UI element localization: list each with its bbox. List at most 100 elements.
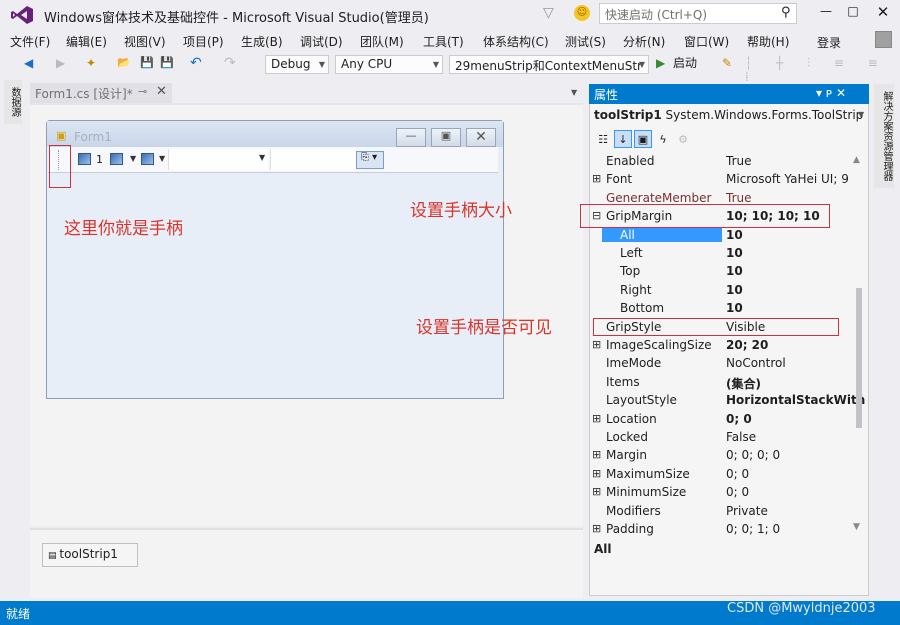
property-row-items[interactable]: Items (集合) [590,374,854,392]
property-value[interactable]: 20; 20 [726,338,768,352]
undo-icon[interactable]: ↶ [190,56,202,70]
solution-explorer-tab[interactable]: 解决方案资源管理器 [874,84,894,188]
navigate-forward-icon[interactable]: ▶ [56,56,65,70]
property-value[interactable]: 10 [726,264,743,278]
notification-filter-icon[interactable]: ▽ [543,5,554,21]
property-value[interactable]: 0; 0; 1; 0 [726,522,780,536]
property-value[interactable]: 0; 0 [726,467,749,481]
sign-in-link[interactable]: 登录 [817,34,841,51]
object-selector[interactable]: toolStrip1 System.Windows.Forms.ToolStri… [594,108,863,122]
tray-item-toolstrip1[interactable]: ▤ toolStrip1 [42,543,138,567]
menu-project[interactable]: 项目(P) [183,33,224,50]
property-row-modifiers[interactable]: Modifiers Private [590,503,854,521]
toolstrip-label[interactable]: 1 [96,153,103,166]
new-project-icon[interactable]: ✦ [86,56,96,70]
expand-toggle-icon[interactable]: ⊞ [592,172,601,185]
scrollbar-thumb[interactable] [856,288,862,428]
start-debugging-button[interactable]: 启动 [673,56,697,70]
expand-toggle-icon[interactable]: ⊞ [592,522,601,535]
open-file-icon[interactable]: 📂 [117,56,131,70]
maximize-button[interactable]: □ [842,4,864,22]
toolstrip-button-image-icon[interactable] [78,153,91,165]
menu-file[interactable]: 文件(F) [10,33,50,50]
toolstrip-add-item-button[interactable]: ⎘ ▾ [356,151,384,169]
property-row-font[interactable]: ⊞ Font Microsoft YaHei UI; 9 [590,171,854,189]
property-row-bottom[interactable]: Bottom 10 [590,300,854,318]
property-row-right[interactable]: Right 10 [590,282,854,300]
save-all-icon[interactable]: 💾 [160,56,174,70]
property-value[interactable]: 10 [726,228,743,242]
expand-toggle-icon[interactable]: ⊞ [592,448,601,461]
property-value[interactable]: Microsoft YaHei UI; 9 [726,172,849,186]
property-value[interactable]: HorizontalStackWith [726,393,865,407]
toolstrip-combobox[interactable]: ▼ [168,149,268,170]
solution-configuration-dropdown[interactable]: Debug ▼ [265,55,329,74]
property-value[interactable]: True [726,191,752,205]
property-value[interactable]: 10 [726,283,743,297]
solution-platform-dropdown[interactable]: Any CPU ▼ [335,55,443,74]
property-value[interactable]: NoControl [726,356,786,370]
expand-toggle-icon[interactable]: ⊞ [592,412,601,425]
search-icon[interactable]: ⚲ [781,5,791,20]
scroll-down-icon[interactable]: ▼ [853,522,860,532]
property-value[interactable]: True [726,154,752,168]
menu-edit[interactable]: 编辑(E) [66,33,107,50]
expand-toggle-icon[interactable]: ⊞ [592,485,601,498]
property-row-imagescalingsize[interactable]: ⊞ ImageScalingSize 20; 20 [590,337,854,355]
menu-tools[interactable]: 工具(T) [423,33,464,50]
expand-toggle-icon[interactable]: ⊞ [592,338,601,351]
save-icon[interactable]: 💾 [140,56,154,70]
property-row-left[interactable]: Left 10 [590,245,854,263]
property-pages-wrench-icon[interactable]: ⚙ [674,131,692,149]
user-avatar-icon[interactable] [875,31,892,48]
feedback-smiley-icon[interactable]: ☺ [574,5,590,21]
property-row-minimumsize[interactable]: ⊞ MinimumSize 0; 0 [590,484,854,502]
property-value[interactable]: False [726,430,756,444]
chevron-down-icon[interactable]: ▼ [858,110,864,119]
property-row-layoutstyle[interactable]: LayoutStyle HorizontalStackWith [590,392,865,410]
close-tab-icon[interactable]: ✕ [156,84,167,99]
menu-test[interactable]: 测试(S) [565,33,606,50]
categorized-icon[interactable]: ☷ [594,131,612,149]
property-row-top[interactable]: Top 10 [590,263,854,281]
document-list-dropdown-icon[interactable]: ▼ [571,88,577,97]
property-row-locked[interactable]: Locked False [590,429,854,447]
property-row-maximumsize[interactable]: ⊞ MaximumSize 0; 0 [590,466,854,484]
property-value[interactable]: (集合) [726,375,761,392]
menu-window[interactable]: 窗口(W) [684,33,729,50]
property-value[interactable]: 0; 0 [726,485,749,499]
redo-icon[interactable]: ↷ [224,56,236,70]
property-value[interactable]: 10 [726,301,743,315]
start-play-icon[interactable]: ▶ [656,56,665,70]
tab-form1-designer[interactable]: Form1.cs [设计]* [30,83,172,103]
property-row-location[interactable]: ⊞ Location 0; 0 [590,411,854,429]
menu-team[interactable]: 团队(M) [360,33,404,50]
menu-help[interactable]: 帮助(H) [747,33,789,50]
menu-architecture[interactable]: 体系结构(C) [483,33,549,50]
property-row-padding[interactable]: ⊞ Padding 0; 0; 1; 0 [590,521,854,539]
property-row-margin[interactable]: ⊞ Margin 0; 0; 0; 0 [590,447,854,465]
properties-panel-window-controls[interactable]: ▾ ᴘ ✕ [816,86,846,100]
events-lightning-icon[interactable]: ϟ [654,131,672,149]
close-button[interactable]: ✕ [872,3,894,21]
properties-icon[interactable]: ▣ [634,130,652,148]
property-row-all[interactable]: All 10 [590,227,854,245]
property-value[interactable]: 10 [726,246,743,260]
pin-tab-icon[interactable]: ⊸ [138,85,147,98]
property-row-imemode[interactable]: ImeMode NoControl [590,355,854,373]
menu-debug[interactable]: 调试(D) [300,33,343,50]
data-sources-tab[interactable]: 数据源 [4,80,22,124]
property-value[interactable]: 0; 0 [726,412,752,426]
menu-build[interactable]: 生成(B) [241,33,283,50]
startup-project-dropdown[interactable]: 29menuStrip和ContextMenuStr ▼ [449,55,649,74]
minimize-button[interactable]: — [815,4,837,22]
expand-toggle-icon[interactable]: ⊞ [592,467,601,480]
quick-launch-input[interactable]: 快速启动 (Ctrl+Q) [599,3,797,24]
scroll-up-icon[interactable]: ▲ [853,155,860,165]
property-value[interactable]: Private [726,504,768,518]
toolstrip-dropdown-button-image-icon[interactable] [141,153,154,165]
toolstrip-textbox[interactable] [270,149,356,170]
alphabetical-icon[interactable]: ↓ [614,130,632,148]
navigate-back-icon[interactable]: ◀ [24,56,33,70]
menu-view[interactable]: 视图(V) [124,33,166,50]
